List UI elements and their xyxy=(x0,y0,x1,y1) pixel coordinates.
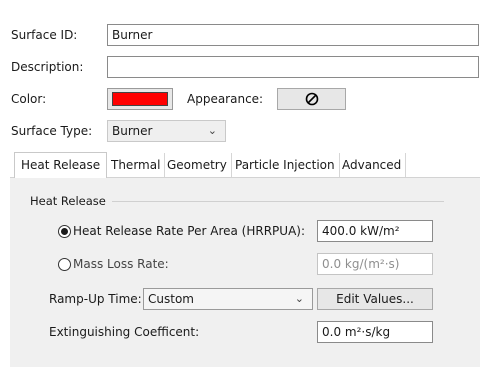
tab-particle-injection[interactable]: Particle Injection xyxy=(231,153,340,177)
edit-values-button[interactable]: Edit Values... xyxy=(317,288,433,310)
appearance-label: Appearance: xyxy=(187,92,264,106)
mass-loss-radio[interactable] xyxy=(58,258,71,271)
description-input[interactable] xyxy=(107,56,479,78)
extinguishing-input[interactable]: 0.0 m²·s/kg xyxy=(317,321,433,343)
extinguishing-label: Extinguishing Coefficent: xyxy=(49,325,200,339)
surface-type-label: Surface Type: xyxy=(11,124,93,138)
color-swatch xyxy=(112,92,168,106)
mass-loss-label: Mass Loss Rate: xyxy=(73,257,169,271)
surface-id-label: Surface ID: xyxy=(11,28,78,42)
appearance-button[interactable] xyxy=(277,88,346,110)
surface-type-select[interactable]: Burner ⌄ xyxy=(107,120,226,142)
tab-heat-release[interactable]: Heat Release xyxy=(14,152,108,178)
group-divider xyxy=(112,201,444,202)
color-swatch-button[interactable] xyxy=(107,88,173,110)
ramp-up-select[interactable]: Custom ⌄ xyxy=(143,288,313,310)
chevron-down-icon: ⌄ xyxy=(207,124,217,137)
group-title-heat-release: Heat Release xyxy=(30,194,106,208)
ramp-up-value: Custom xyxy=(148,292,194,306)
surface-id-input[interactable]: Burner xyxy=(107,24,479,46)
ramp-up-label: Ramp-Up Time: xyxy=(49,292,142,306)
tab-geometry[interactable]: Geometry xyxy=(163,153,232,177)
tab-advanced[interactable]: Advanced xyxy=(338,153,407,177)
hrrpua-radio[interactable] xyxy=(58,225,71,238)
color-label: Color: xyxy=(11,92,47,106)
surface-type-value: Burner xyxy=(112,124,153,138)
chevron-down-icon: ⌄ xyxy=(294,292,304,305)
hrrpua-input[interactable]: 400.0 kW/m² xyxy=(317,220,433,242)
tab-thermal[interactable]: Thermal xyxy=(107,153,166,177)
description-label: Description: xyxy=(11,60,84,74)
no-texture-icon xyxy=(305,92,318,106)
hrrpua-label: Heat Release Rate Per Area (HRRPUA): xyxy=(73,224,306,238)
mass-loss-input[interactable]: 0.0 kg/(m²·s) xyxy=(317,253,433,275)
